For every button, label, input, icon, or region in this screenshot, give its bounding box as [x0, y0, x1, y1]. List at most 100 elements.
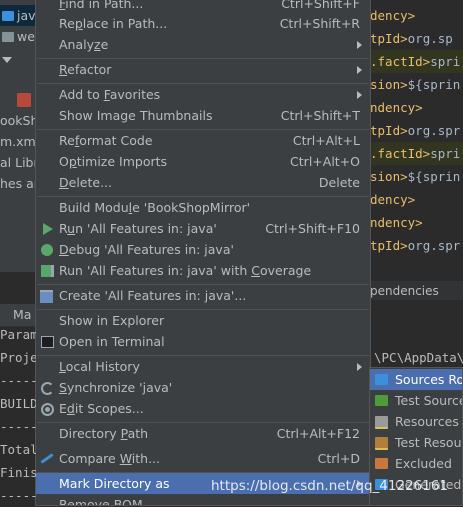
- code-tag: sion>: [370, 169, 408, 184]
- jsp-file-icon: [17, 93, 31, 107]
- compare-icon: [40, 453, 54, 464]
- menu-item-edit-scopes[interactable]: Edit Scopes...: [36, 398, 370, 419]
- menu-item-show-image-thumbnails[interactable]: Show Image Thumbnails Ctrl+Shift+T: [36, 105, 370, 126]
- menu-item-label: Synchronize 'java': [59, 380, 173, 395]
- code-tag: tpId>: [370, 238, 408, 253]
- console-output-path: \PC\AppData\: [374, 350, 463, 365]
- menu-item-label: Show Image Thumbnails: [59, 108, 213, 123]
- submenu-item-label: Generated Sources Root: [395, 477, 462, 492]
- tree-item[interactable]: m.xml: [0, 131, 36, 152]
- submenu-item-test-resources-root[interactable]: Test Resources Root: [370, 432, 462, 453]
- console-line: -----: [0, 373, 36, 388]
- terminal-icon: [41, 336, 54, 348]
- menu-item-shortcut: Ctrl+Alt+O: [290, 154, 360, 169]
- code-line: .factId>spri: [370, 50, 463, 73]
- menu-item-add-to-favorites[interactable]: Add to Favorites: [36, 84, 370, 105]
- code-tag: ndency>: [370, 100, 423, 115]
- run-tab[interactable]: Ma: [13, 304, 31, 326]
- menu-item-build-module-bookshopmirror[interactable]: Build Module 'BookShopMirror': [36, 197, 370, 218]
- menu-item-mark-directory-as[interactable]: Mark Directory as: [36, 473, 370, 494]
- menu-item-label: Delete...: [59, 175, 113, 190]
- submenu-item-generated-sources-root[interactable]: Generated Sources Root: [370, 474, 462, 495]
- menu-item-label: Replace in Path...: [59, 16, 168, 31]
- code-value: spri: [430, 54, 461, 69]
- code-editor[interactable]: dency> tpId>org.sp .factId>spri sion>${spri…: [370, 0, 463, 280]
- submenu-item-resources-root[interactable]: Resources Root: [370, 411, 462, 432]
- tree-item[interactable]: we: [0, 26, 35, 47]
- tree-item-label: hes ar: [0, 176, 36, 191]
- menu-item-label: Open in Terminal: [59, 334, 165, 349]
- project-tool-window: java we ookShop m.xml al Libr hes ar: [0, 0, 36, 272]
- code-line: dency>: [370, 188, 463, 211]
- menu-item-label: Run 'All Features in: java' with Coverag…: [59, 263, 312, 278]
- menu-item-run-all-features-in-java-with-coverage[interactable]: Run 'All Features in: java' with Coverag…: [36, 260, 370, 281]
- chevron-right-icon: [357, 66, 362, 74]
- code-line: sion>${sprin: [370, 73, 463, 96]
- code-tag: tpId>: [370, 31, 408, 46]
- tree-item-label: m.xml: [0, 134, 36, 149]
- code-line: tpId>org.sp: [370, 27, 463, 50]
- menu-item-label: Local History: [59, 359, 140, 374]
- tree-item[interactable]: ookShop: [0, 110, 36, 131]
- submenu-item-label: Excluded: [395, 456, 452, 471]
- code-line: ndency>: [370, 211, 463, 234]
- menu-item-label: Add to Favorites: [59, 87, 161, 102]
- menu-item-shortcut: Ctrl+Shift+R: [279, 16, 360, 31]
- code-value: ${sprin: [407, 77, 461, 92]
- tree-item[interactable]: hes ar: [0, 173, 36, 194]
- menu-item-label: Mark Directory as: [59, 476, 170, 491]
- menu-item-create-all-features-in-java[interactable]: Create 'All Features in: java'...: [36, 285, 370, 306]
- menu-item-analyze[interactable]: Analyze: [36, 34, 370, 55]
- menu-item-reformat-code[interactable]: Reformat Code Ctrl+Alt+L: [36, 130, 370, 151]
- tree-item-label: we: [17, 29, 35, 44]
- submenu-item-excluded[interactable]: Excluded: [370, 453, 462, 474]
- tree-item-label: ookShop: [0, 113, 36, 128]
- menu-item-label: Reformat Code: [59, 133, 153, 148]
- folder-icon: [375, 458, 388, 469]
- tree-item[interactable]: [0, 47, 16, 68]
- menu-item-label: Optimize Imports: [59, 154, 168, 169]
- console-line: -----: [0, 488, 36, 503]
- folder-icon: [375, 395, 388, 406]
- menu-item-label: Directory Path: [59, 426, 149, 441]
- menu-item-show-in-explorer[interactable]: Show in Explorer: [36, 310, 370, 331]
- menu-item-optimize-imports[interactable]: Optimize Imports Ctrl+Alt+O: [36, 151, 370, 172]
- chevron-right-icon: [357, 480, 362, 488]
- tree-item[interactable]: java: [0, 5, 36, 26]
- menu-item-run-all-features-in-java[interactable]: Run 'All Features in: java' Ctrl+Shift+F1…: [36, 218, 370, 239]
- code-value: org.spr: [407, 238, 461, 253]
- menu-item-compare-with[interactable]: Compare With... Ctrl+D: [36, 448, 370, 469]
- menu-item-shortcut: Ctrl+D: [317, 451, 360, 466]
- editor-breadcrumb[interactable]: pendencies: [370, 280, 463, 301]
- chevron-right-icon: [357, 41, 362, 49]
- submenu-item-sources-root[interactable]: Sources Root: [370, 369, 463, 390]
- menu-item-refactor[interactable]: Refactor: [36, 59, 370, 80]
- code-tag: .factId>: [370, 146, 431, 161]
- menu-item-find-in-path[interactable]: Find in Path... Ctrl+Shift+F: [36, 0, 370, 14]
- menu-item-synchronize-java[interactable]: Synchronize 'java': [36, 377, 370, 398]
- scopes-icon: [41, 403, 54, 416]
- console-line: Total: [0, 442, 36, 457]
- submenu-item-label: Test Sources Root: [395, 393, 462, 408]
- menu-item-delete[interactable]: Delete... Delete: [36, 172, 370, 193]
- submenu-item-label: Sources Root: [395, 372, 463, 387]
- menu-item-open-in-terminal[interactable]: Open in Terminal: [36, 331, 370, 352]
- menu-item-label: Create 'All Features in: java'...: [59, 288, 247, 303]
- code-line: tpId>org.spr: [370, 119, 463, 142]
- menu-item-shortcut: Ctrl+Shift+T: [280, 108, 360, 123]
- menu-item-replace-in-path[interactable]: Replace in Path... Ctrl+Shift+R: [36, 13, 370, 34]
- menu-item-shortcut: Ctrl+Shift+F: [281, 0, 360, 11]
- menu-item-label: Remove BOM: [59, 497, 143, 506]
- code-line: sion>${sprin: [370, 165, 463, 188]
- menu-item-debug-all-features-in-java[interactable]: Debug 'All Features in: java': [36, 239, 370, 260]
- menu-item-directory-path[interactable]: Directory Path Ctrl+Alt+F12: [36, 423, 370, 444]
- tree-item[interactable]: al Libr: [0, 152, 36, 173]
- run-icon: [43, 223, 53, 235]
- menu-item-shortcut: Ctrl+Shift+F10: [265, 221, 360, 236]
- menu-item-label: Compare With...: [59, 451, 160, 466]
- menu-item-local-history[interactable]: Local History: [36, 356, 370, 377]
- menu-item-remove-bom[interactable]: Remove BOM: [36, 494, 370, 506]
- code-value: spri: [430, 146, 461, 161]
- submenu-item-test-sources-root[interactable]: Test Sources Root: [370, 390, 462, 411]
- chevron-right-icon: [357, 363, 362, 371]
